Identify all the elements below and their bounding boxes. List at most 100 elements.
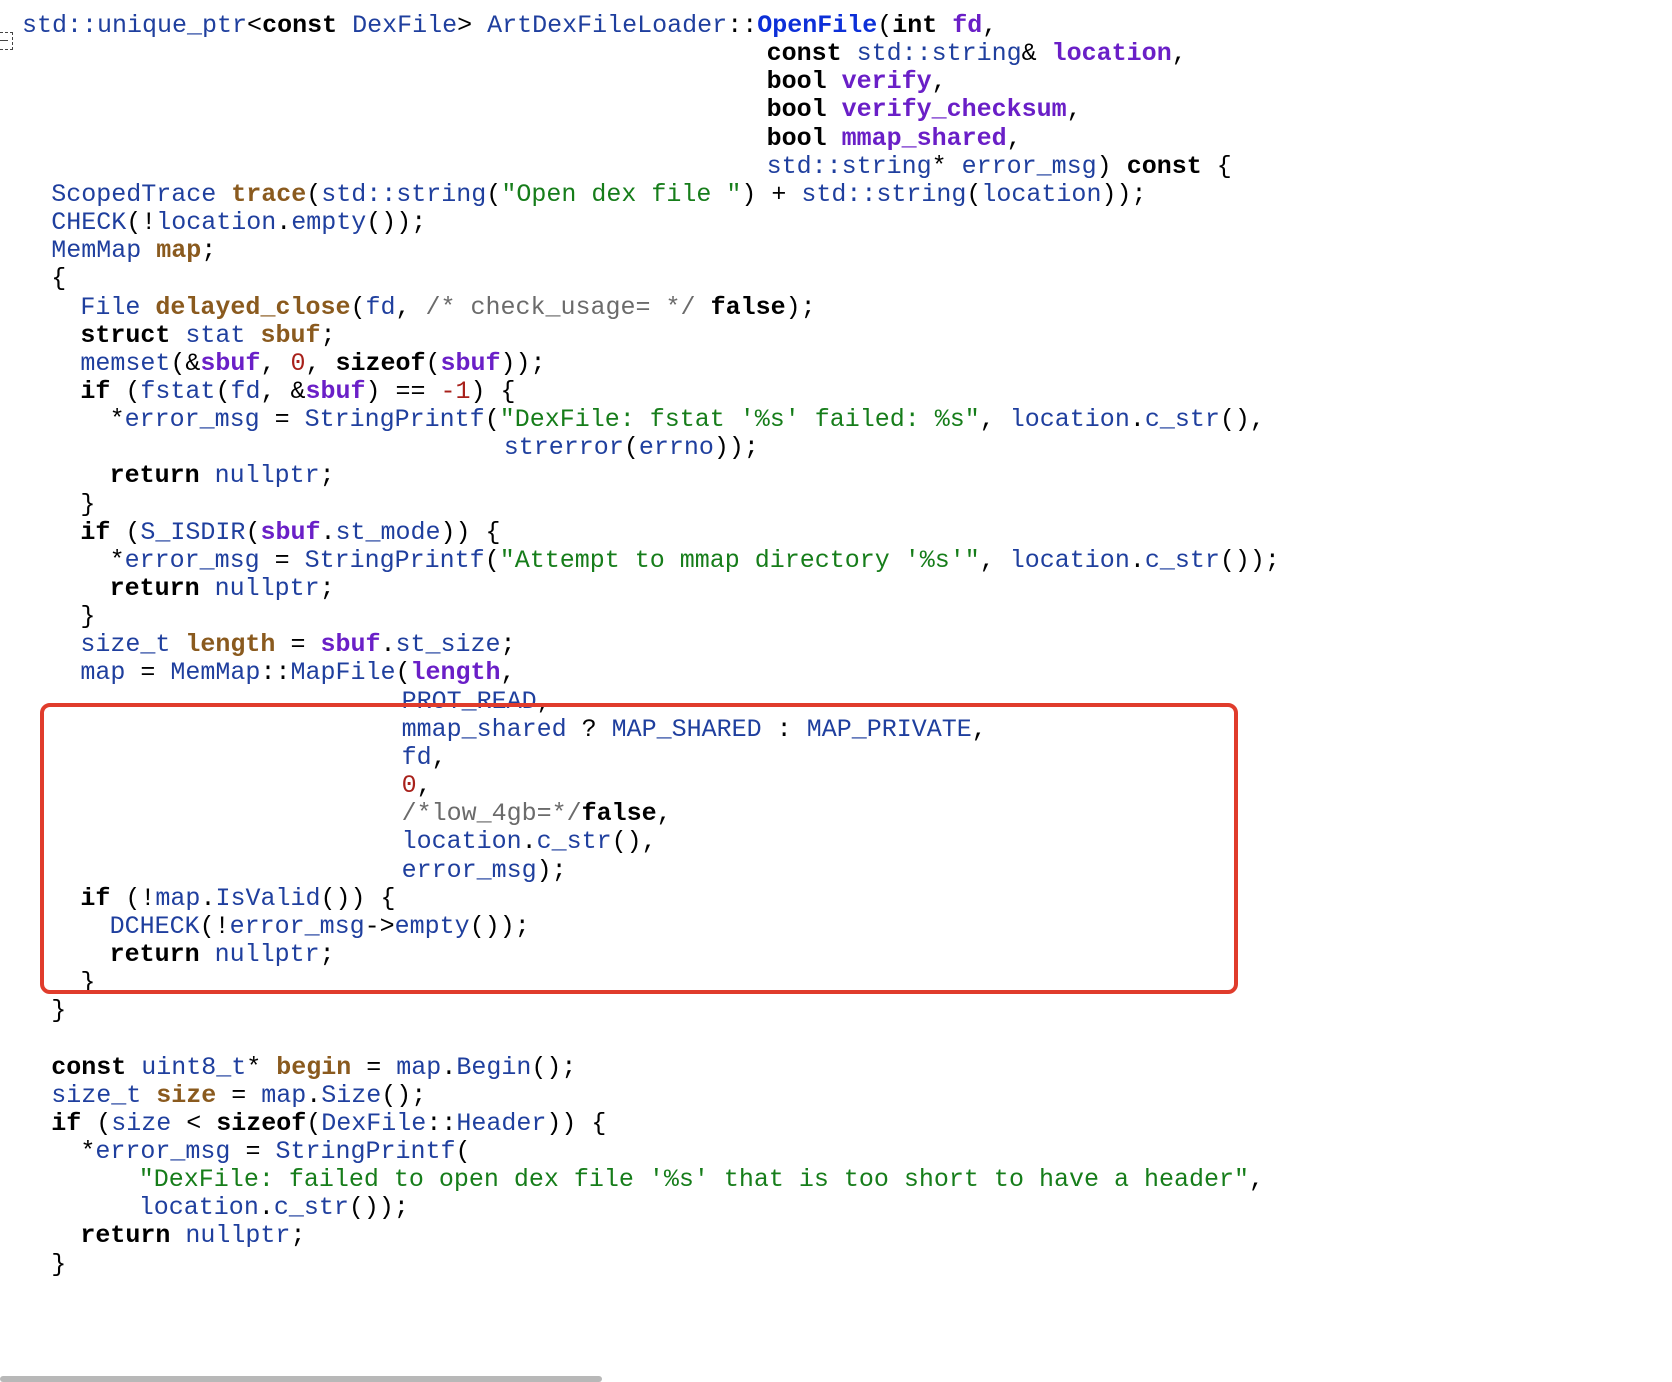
code-token: trace	[231, 179, 307, 209]
code-token: ,	[500, 658, 516, 688]
code-line: return nullptr;	[110, 573, 335, 605]
code-line: MemMap map;	[51, 235, 216, 267]
code-token: MapFile	[290, 658, 396, 688]
code-token: return	[80, 1221, 171, 1251]
code-token: nullptr	[214, 574, 320, 603]
code-token: verify	[841, 67, 932, 97]
code-token: st_mode	[335, 517, 441, 547]
code-token: -1	[440, 376, 471, 406]
code-token: DexFile	[321, 1108, 427, 1138]
code-token: ));	[1101, 179, 1147, 209]
code-token: sizeof	[216, 1108, 307, 1138]
code-token: if	[51, 1108, 82, 1138]
code-token: OpenFile	[757, 11, 878, 40]
code-token: size_t	[51, 1080, 142, 1110]
code-line: {	[51, 263, 66, 295]
code-token: ;	[500, 630, 516, 660]
code-token: fd	[365, 292, 396, 322]
code-token: const	[1126, 151, 1202, 181]
code-token: length	[185, 630, 276, 660]
code-token: .	[1129, 545, 1145, 575]
code-token: bool	[766, 95, 827, 125]
code-token: location	[981, 179, 1102, 209]
highlight-annotation-box	[40, 703, 1238, 994]
code-token: {	[51, 264, 67, 294]
code-token: std::string	[856, 39, 1022, 69]
code-token: &	[1021, 39, 1052, 69]
code-token: std::string	[321, 179, 487, 209]
code-token: (!	[126, 208, 157, 238]
code-token: S_ISDIR	[140, 517, 246, 547]
code-token: <	[171, 1108, 217, 1138]
code-token: }	[51, 996, 67, 1026]
code-token: location	[1009, 545, 1130, 575]
code-token: ;	[290, 1221, 306, 1251]
code-token: const	[766, 39, 842, 69]
code-token: =	[230, 1137, 276, 1166]
code-token: (	[484, 545, 500, 575]
code-token: .	[320, 517, 336, 547]
code-token: /* check_usage= */	[425, 292, 696, 322]
code-token: (	[455, 1137, 471, 1166]
code-token: *	[109, 545, 125, 575]
code-token: =	[351, 1052, 397, 1082]
code-token: StringPrintf	[304, 405, 485, 435]
code-token: verify_checksum	[841, 95, 1067, 125]
code-token: =	[275, 630, 321, 660]
code-token: ::	[727, 11, 758, 40]
code-token: std::string	[766, 151, 932, 181]
code-token: bool	[766, 67, 827, 97]
code-token: =	[216, 1080, 262, 1110]
code-token: "Attempt to mmap directory '%s'"	[499, 545, 980, 575]
code-token: (	[110, 376, 141, 406]
code-token: location	[138, 1193, 259, 1223]
code-token: ) +	[741, 179, 802, 209]
code-token: ();	[381, 1080, 427, 1110]
code-token: size	[156, 1080, 217, 1110]
code-token: ,	[1171, 39, 1187, 69]
code-token: }	[51, 1249, 67, 1279]
code-token: if	[80, 517, 111, 547]
code-token: CHECK	[51, 208, 127, 238]
code-token: "Open dex file "	[501, 179, 742, 209]
code-token: ,	[979, 405, 1010, 435]
code-token: .	[306, 1080, 322, 1110]
code-token: map	[396, 1052, 442, 1082]
code-line: return nullptr;	[110, 460, 335, 492]
code-token: }	[80, 602, 96, 632]
code-token: File	[80, 292, 141, 322]
code-token: ));	[500, 348, 546, 378]
code-token: (	[395, 658, 411, 688]
code-token: c_str	[1144, 405, 1220, 435]
code-token: .	[380, 630, 396, 660]
code-token: errno	[638, 433, 714, 463]
code-token: bool	[766, 123, 827, 153]
collapse-fold-icon[interactable]	[0, 32, 13, 50]
code-token: st_size	[395, 630, 501, 660]
code-token: location	[1051, 39, 1172, 69]
code-token: (	[245, 517, 261, 547]
code-token: location	[156, 208, 277, 238]
code-token: =	[259, 405, 305, 435]
code-token: ;	[319, 574, 335, 603]
code-token: c_str	[273, 1193, 349, 1223]
code-token: ScopedTrace	[51, 179, 217, 209]
code-token: ,	[982, 11, 998, 40]
code-token: mmap_shared	[841, 123, 1007, 153]
code-token: ArtDexFileLoader	[487, 11, 728, 40]
code-token: DexFile	[352, 11, 458, 40]
code-token: *	[80, 1137, 96, 1166]
horizontal-scrollbar[interactable]	[0, 1376, 602, 1382]
code-token: uint8_t	[141, 1052, 247, 1082]
code-token: error_msg	[95, 1137, 231, 1166]
code-token: *	[246, 1052, 277, 1082]
